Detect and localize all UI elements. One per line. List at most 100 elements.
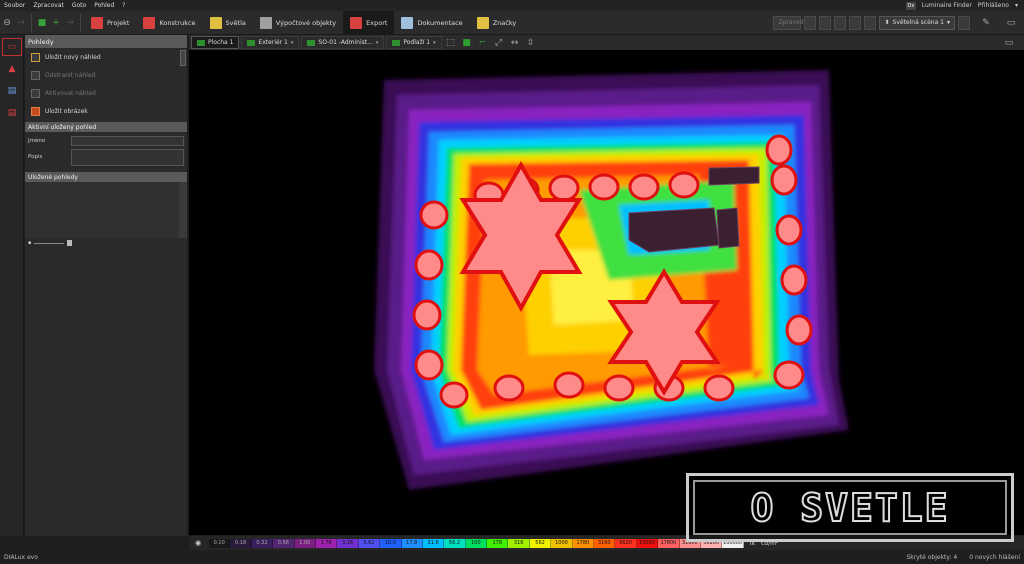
tab-label: Podlaží 1 xyxy=(403,39,431,46)
forward-icon[interactable]: → xyxy=(14,16,28,30)
legend-cell: 1000 xyxy=(551,538,573,548)
menu-soubor[interactable]: Soubor xyxy=(0,2,29,9)
legend-cell: 178 xyxy=(487,538,509,548)
slider-track[interactable] xyxy=(34,242,65,244)
corner-icon[interactable]: ⌐ xyxy=(476,36,490,50)
legend-cell: 1.78 xyxy=(315,538,338,548)
legend-cell: 316 xyxy=(508,538,530,548)
mode-tab-dokumentace[interactable]: Dokumentace xyxy=(394,11,469,35)
legend-cell: 17800 xyxy=(658,538,680,548)
tab-so-01-administ[interactable]: SO-01 -Administ... ▾ xyxy=(301,36,385,49)
area-icon xyxy=(197,39,205,46)
save-image-button[interactable]: Uložit obrázek xyxy=(25,102,187,120)
project-icon xyxy=(91,16,103,29)
render-icon[interactable]: ▲ xyxy=(2,60,22,78)
name-input[interactable] xyxy=(71,135,184,146)
activate-view-button[interactable]: Aktivovat náhled xyxy=(25,84,187,102)
legend-cell: 3160 xyxy=(594,538,616,548)
fit-view-icon[interactable]: ⤢ xyxy=(492,36,506,50)
legend-cell: 31.6 xyxy=(422,538,445,548)
legend-cell: 3.16 xyxy=(337,538,359,548)
mode-tab-znacky[interactable]: Značky xyxy=(470,11,524,35)
pdf-icon[interactable]: ▤ xyxy=(2,104,22,122)
marks-icon xyxy=(476,16,489,29)
menu-zpracovat[interactable]: Zpracovat xyxy=(29,2,68,9)
mode-tab-konstrukce[interactable]: Konstrukce xyxy=(136,11,202,35)
active-view-section-title: Aktivní uložený pohled xyxy=(25,122,187,132)
luminaire-finder-link[interactable]: Luminaire Finder xyxy=(922,2,972,9)
menu-help[interactable]: ? xyxy=(118,2,129,9)
menu-pohled[interactable]: Pohled xyxy=(90,2,118,9)
selection-icon[interactable]: ⬚ xyxy=(444,36,458,50)
legend-cell: 1780 xyxy=(572,538,595,548)
mode-label: Export xyxy=(366,18,388,27)
pencil-icon[interactable]: ✎ xyxy=(979,16,993,30)
light-scene-dropdown[interactable]: ⬍ Světelná scéna 1 ▾ xyxy=(879,15,955,30)
luminaire-finder-icon[interactable]: Dx xyxy=(905,1,916,10)
hidden-objects-status[interactable]: Skryté objekty: 4 xyxy=(906,554,957,561)
description-input[interactable] xyxy=(71,148,184,166)
legend-cell: 5620 xyxy=(615,538,637,548)
save-view-icon xyxy=(31,52,40,62)
document-icon[interactable]: ▤ xyxy=(2,82,22,100)
watermark-logo: O SVETLE xyxy=(686,473,1014,542)
3d-viewport[interactable] xyxy=(189,50,1024,535)
tab-plocha-1[interactable]: Plocha 1 xyxy=(191,36,240,49)
action-label: Uložit nový náhled xyxy=(45,53,101,61)
height-icon[interactable]: ⇳ xyxy=(524,36,538,50)
activate-view-icon xyxy=(31,88,40,98)
add-icon[interactable]: + xyxy=(49,16,63,30)
saved-views-section-title: Uložené pohledy xyxy=(25,172,187,182)
green-square-icon[interactable]: ■ xyxy=(460,36,474,50)
legend-cell: 0.32 xyxy=(251,538,274,548)
screen-icon[interactable]: ▭ xyxy=(1002,36,1016,50)
saved-views-list[interactable] xyxy=(25,182,187,238)
tab-label: Exteriér 1 xyxy=(258,39,288,46)
zoom-slider[interactable]: ▪ xyxy=(25,238,187,248)
action-label: Aktivovat náhled xyxy=(45,89,96,97)
redo-icon[interactable]: → xyxy=(63,16,77,30)
save-icon[interactable]: ■ xyxy=(35,16,49,30)
name-field-row: Jméno xyxy=(25,134,187,147)
description-label: Popis xyxy=(28,154,43,160)
toolbar-separator xyxy=(31,13,32,32)
save-new-view-button[interactable]: Uložit nový náhled xyxy=(25,48,187,66)
menu-goto[interactable]: Goto xyxy=(68,2,90,9)
messages-status[interactable]: 0 nových hlášení xyxy=(969,554,1020,561)
mode-tab-vypoctove-objekty[interactable]: Výpočtové objekty xyxy=(253,11,343,35)
mode-tab-svetla[interactable]: Světla xyxy=(203,11,253,35)
view-tabs-bar: Plocha 1 Exteriér 1 ▾ SO-01 -Administ... ▾… xyxy=(189,35,1024,50)
main-toolbar: ⊖ → ■ + → Projekt Konstrukce Světla Výpo… xyxy=(0,10,1024,35)
monitor-icon[interactable]: ▭ xyxy=(1004,16,1018,30)
chevron-down-icon[interactable]: ▾ xyxy=(1015,2,1018,9)
legend-cell: 56.2 xyxy=(444,538,466,548)
slider-handle[interactable] xyxy=(67,240,73,246)
panel-scrollbar[interactable] xyxy=(180,50,186,66)
back-icon[interactable]: ⊖ xyxy=(0,16,14,30)
tool-box xyxy=(958,15,970,30)
action-label: Odstranit náhled xyxy=(45,71,96,79)
light-icon xyxy=(209,16,222,29)
saved-views-scrollbar[interactable] xyxy=(179,182,187,238)
light-scene-icon: ⬍ xyxy=(884,19,890,26)
legend-cell: 17.8 xyxy=(401,538,423,548)
tab-exterier-1[interactable]: Exteriér 1 ▾ xyxy=(241,36,300,49)
measure-icon[interactable]: ↔ xyxy=(508,36,522,50)
mode-tab-export[interactable]: Export xyxy=(343,10,395,35)
tab-podlazi-1[interactable]: Podlaží 1 ▾ xyxy=(386,36,442,49)
delete-view-icon xyxy=(31,70,40,80)
login-status[interactable]: Přihlášeno xyxy=(978,2,1009,9)
floor-icon xyxy=(392,39,401,46)
tool-box xyxy=(804,15,817,30)
chevron-down-icon: ▾ xyxy=(375,39,379,46)
views-icon[interactable]: ▭ xyxy=(2,38,22,56)
mode-label: Dokumentace xyxy=(417,18,463,27)
mode-tab-projekt[interactable]: Projekt xyxy=(84,11,136,35)
mode-label: Konstrukce xyxy=(159,18,196,27)
watermark-frame xyxy=(693,480,1007,535)
legend-settings-icon[interactable]: ◉ xyxy=(195,539,201,547)
delete-view-button[interactable]: Odstranit náhled xyxy=(25,66,187,84)
save-image-icon xyxy=(31,106,40,116)
legend-scale: 0.10 0.18 0.32 0.56 1.00 1.78 3.16 5.62 10.0 17.8… xyxy=(209,538,744,548)
legend-cell: 0.18 xyxy=(230,538,252,548)
